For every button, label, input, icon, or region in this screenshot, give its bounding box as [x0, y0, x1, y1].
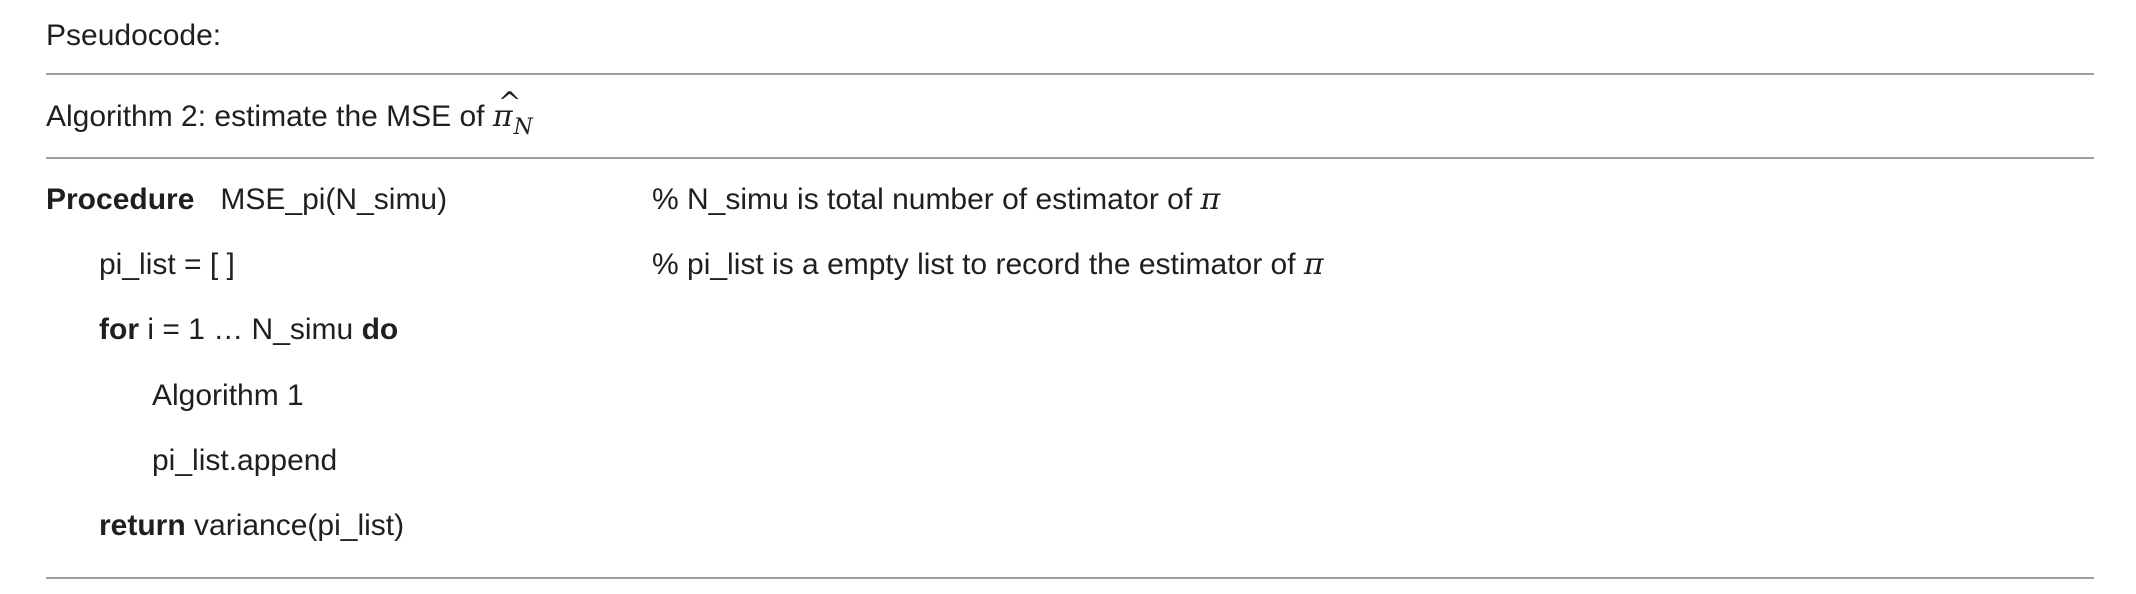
init-comment-text: % pi_list is a empty list to record the … — [652, 248, 1304, 281]
pi-symbol: π — [1303, 247, 1324, 282]
loop-body-line-2: pi_list.append — [152, 444, 338, 477]
return-line: return variance(pi_list) — [99, 506, 404, 546]
return-expression: variance(pi_list) — [185, 509, 405, 542]
algorithm-title: Algorithm 2: estimate the MSE of ^ πN — [46, 86, 533, 140]
for-line: for i = 1 … N_simu do — [99, 310, 398, 350]
do-keyword: do — [361, 313, 399, 346]
bottom-rule — [46, 577, 2094, 579]
procedure-comment: % N_simu is total number of estimator of… — [652, 180, 1220, 220]
algorithm-title-text: Algorithm 2: estimate the MSE of — [46, 100, 493, 133]
for-range: i = 1 … N_simu — [139, 313, 362, 346]
pi-symbol: π — [1200, 182, 1221, 217]
title-rule — [46, 157, 2094, 159]
pseudocode-heading: Pseudocode: — [46, 19, 222, 52]
pi-subscript: N — [513, 115, 533, 140]
init-line: pi_list = [ ] — [99, 248, 235, 281]
pseudocode-block: Pseudocode: Algorithm 2: estimate the MS… — [46, 0, 2094, 594]
init-comment: % pi_list is a empty list to record the … — [652, 245, 1324, 285]
procedure-signature: MSE_pi(N_simu) — [220, 183, 448, 216]
procedure-keyword: Procedure — [46, 183, 195, 216]
procedure-line: Procedure MSE_pi(N_simu) — [46, 180, 447, 220]
return-keyword: return — [99, 509, 186, 542]
procedure-comment-text: % N_simu is total number of estimator of — [652, 183, 1201, 216]
for-keyword: for — [99, 313, 139, 346]
loop-body-line-1: Algorithm 1 — [152, 379, 304, 412]
top-rule — [46, 73, 2094, 75]
pi-hat-symbol: ^ πN — [493, 86, 533, 140]
